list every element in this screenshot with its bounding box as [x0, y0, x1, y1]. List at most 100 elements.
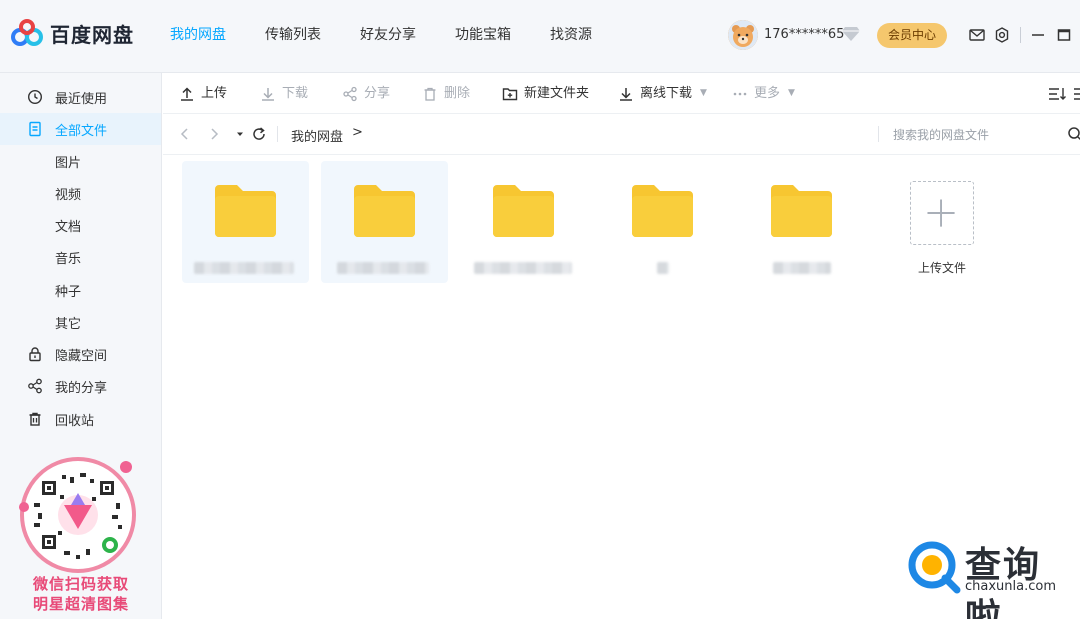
folder-item[interactable]	[738, 161, 865, 283]
trash-icon	[29, 412, 41, 426]
sidebar-item-my-share[interactable]: 我的分享	[0, 370, 161, 402]
upload-label: 上传	[201, 86, 228, 101]
tab-friend-share[interactable]: 好友分享	[360, 0, 416, 73]
more-icon	[733, 92, 747, 95]
sidebar-item-others[interactable]: 其它	[0, 306, 161, 338]
sidebar-item-music[interactable]: 音乐	[0, 241, 161, 273]
tab-find-resources[interactable]: 找资源	[550, 0, 592, 73]
username[interactable]: 176******65	[764, 27, 844, 42]
promo-text-line2: 明星超清图集	[32, 595, 129, 613]
sidebar-item-videos[interactable]: 视频	[0, 177, 161, 209]
sidebar-item-label: 全部文件	[55, 123, 108, 139]
app-logo: 百度网盘	[10, 18, 134, 48]
upload-icon	[181, 86, 193, 101]
new-folder-icon	[502, 87, 518, 100]
offline-download-icon	[620, 87, 632, 101]
more-label: 更多	[754, 86, 781, 101]
search-input[interactable]	[893, 124, 1063, 146]
offline-download-label: 离线下载	[640, 86, 693, 101]
maximize-icon[interactable]	[1055, 26, 1073, 44]
toolbar: 上传 下载 分享 删除 新建文件夹 离线下载 ▼ 更多 ▼	[163, 73, 1080, 114]
sidebar-item-recycle-bin[interactable]: 回收站	[0, 403, 161, 435]
history-dropdown-icon[interactable]	[231, 125, 249, 143]
download-label: 下载	[282, 86, 309, 101]
tab-toolbox[interactable]: 功能宝箱	[455, 0, 511, 73]
refresh-icon[interactable]	[250, 125, 268, 143]
minimize-icon[interactable]	[1029, 26, 1047, 44]
divider	[277, 126, 278, 142]
sidebar-item-documents[interactable]: 文档	[0, 209, 161, 241]
share-button[interactable]: 分享	[342, 73, 390, 114]
app-window: 百度网盘 我的网盘 传输列表 好友分享 功能宝箱 找资源 176******65	[0, 0, 1080, 619]
promo-text-line1: 微信扫码获取	[32, 575, 129, 593]
top-nav: 我的网盘 传输列表 好友分享 功能宝箱 找资源	[170, 0, 631, 73]
folder-icon	[771, 185, 832, 237]
breadcrumb-separator: >	[352, 125, 363, 140]
offline-download-button[interactable]: 离线下载 ▼	[618, 73, 707, 114]
folder-item[interactable]	[460, 161, 587, 283]
bear-avatar-icon	[728, 20, 758, 50]
view-toggle-icon[interactable]	[1074, 85, 1080, 103]
watermark-url: chaxunla.com	[965, 579, 1056, 594]
sidebar: 最近使用 全部文件 图片 视频 文档 音乐 种子 其它 隐藏空间 我的分享 回收…	[0, 73, 162, 619]
forward-arrow-icon[interactable]	[205, 125, 223, 143]
baidu-cloud-logo-icon	[11, 19, 43, 46]
trash-icon	[424, 87, 436, 101]
folder-icon	[354, 185, 415, 237]
watermark-text: 查询啦	[965, 545, 1042, 619]
folder-item[interactable]	[599, 161, 726, 283]
upload-file-tile[interactable]	[910, 181, 974, 245]
folder-icon	[493, 185, 554, 237]
sidebar-item-images[interactable]: 图片	[0, 145, 161, 177]
divider	[878, 126, 879, 142]
sidebar-item-label: 回收站	[55, 413, 95, 429]
folder-item[interactable]	[321, 161, 448, 283]
sidebar-item-torrents[interactable]: 种子	[0, 274, 161, 306]
folder-item[interactable]	[182, 161, 309, 283]
tab-my-disk[interactable]: 我的网盘	[170, 0, 226, 73]
blurred-file-name	[657, 262, 669, 274]
chevron-down-icon: ▼	[788, 88, 795, 98]
settings-gear-icon[interactable]	[993, 26, 1011, 44]
sidebar-item-label: 隐藏空间	[55, 348, 108, 364]
sidebar-item-label: 我的分享	[55, 380, 108, 396]
wechat-qr-code[interactable]	[16, 455, 140, 575]
tab-transfer-list[interactable]: 传输列表	[265, 0, 321, 73]
watermark: 查询啦 chaxunla.com	[905, 534, 1075, 619]
new-folder-label: 新建文件夹	[524, 86, 590, 101]
title-bar: 百度网盘 我的网盘 传输列表 好友分享 功能宝箱 找资源 176******65	[0, 0, 1080, 73]
search-icon[interactable]	[1067, 126, 1080, 142]
magnifier-logo-icon	[908, 541, 961, 594]
download-icon	[262, 87, 274, 101]
lock-icon	[29, 347, 41, 362]
path-bar: 我的网盘 >	[163, 114, 1080, 155]
back-arrow-icon[interactable]	[176, 125, 194, 143]
sidebar-item-hidden-space[interactable]: 隐藏空间	[0, 338, 161, 370]
sort-icon[interactable]	[1048, 85, 1068, 103]
sidebar-item-recent[interactable]: 最近使用	[0, 81, 161, 113]
blurred-file-name	[337, 262, 429, 274]
blurred-file-name	[474, 262, 572, 274]
folder-icon	[632, 185, 693, 237]
blurred-file-name	[194, 262, 294, 274]
upload-button[interactable]: 上传	[179, 73, 227, 114]
upload-file-label: 上传文件	[917, 261, 966, 275]
divider	[1020, 27, 1021, 43]
sidebar-item-all-files[interactable]: 全部文件	[0, 113, 161, 145]
avatar[interactable]	[728, 20, 758, 50]
mail-icon[interactable]	[968, 26, 986, 44]
clock-icon	[27, 89, 43, 105]
share-icon	[343, 86, 357, 101]
vip-center-button[interactable]: 会员中心	[877, 23, 947, 48]
plus-icon	[927, 199, 955, 227]
diamond-icon	[842, 27, 860, 41]
share-label: 分享	[364, 86, 391, 101]
download-button[interactable]: 下载	[260, 73, 308, 114]
breadcrumb-my-disk[interactable]: 我的网盘	[291, 126, 343, 145]
app-name: 百度网盘	[50, 22, 134, 47]
more-button[interactable]: 更多 ▼	[732, 73, 795, 114]
document-icon	[29, 121, 41, 137]
delete-button[interactable]: 删除	[422, 73, 470, 114]
sidebar-item-label: 最近使用	[55, 91, 108, 107]
new-folder-button[interactable]: 新建文件夹	[502, 73, 589, 114]
